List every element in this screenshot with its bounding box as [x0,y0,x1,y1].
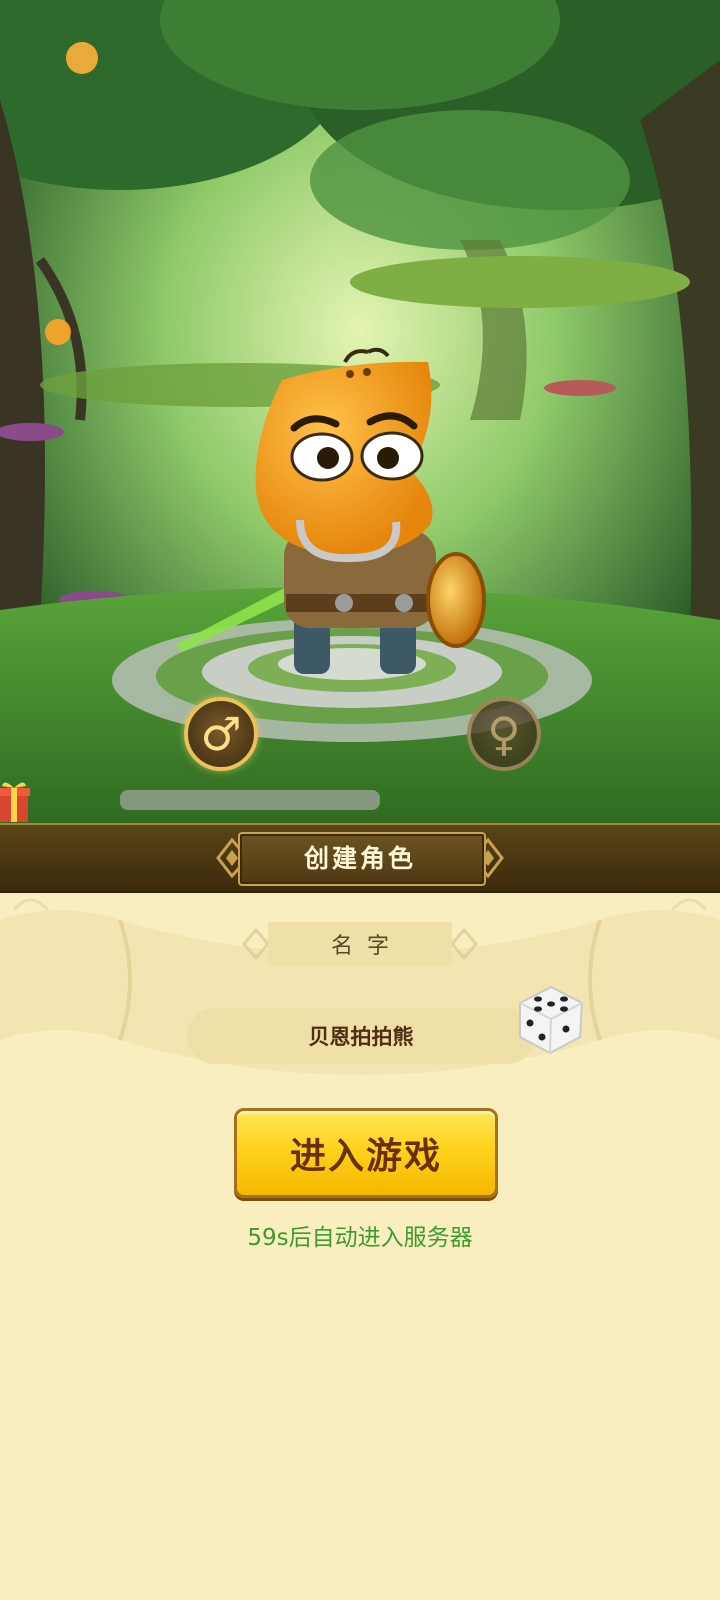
gift-icon[interactable] [0,778,30,822]
page-title: 创建角色 [303,844,416,873]
character-name-input[interactable]: 贝恩拍拍熊 [187,1008,535,1064]
random-name-dice-icon[interactable] [514,983,588,1057]
auto-enter-countdown: 59s后自动进入服务器 [247,1225,473,1251]
label-ornament-right-icon [450,927,478,961]
male-gender-button[interactable]: ♂ [184,697,258,771]
female-symbol-icon: ♀ [487,707,521,761]
male-symbol-icon: ♂ [200,707,242,761]
enter-game-button[interactable]: 进入游戏 [234,1108,498,1198]
female-gender-button[interactable]: ♀ [467,697,541,771]
name-label: 名字 [268,922,452,966]
character-scene: ♂ ♀ [0,0,720,825]
forest-background [0,0,720,825]
